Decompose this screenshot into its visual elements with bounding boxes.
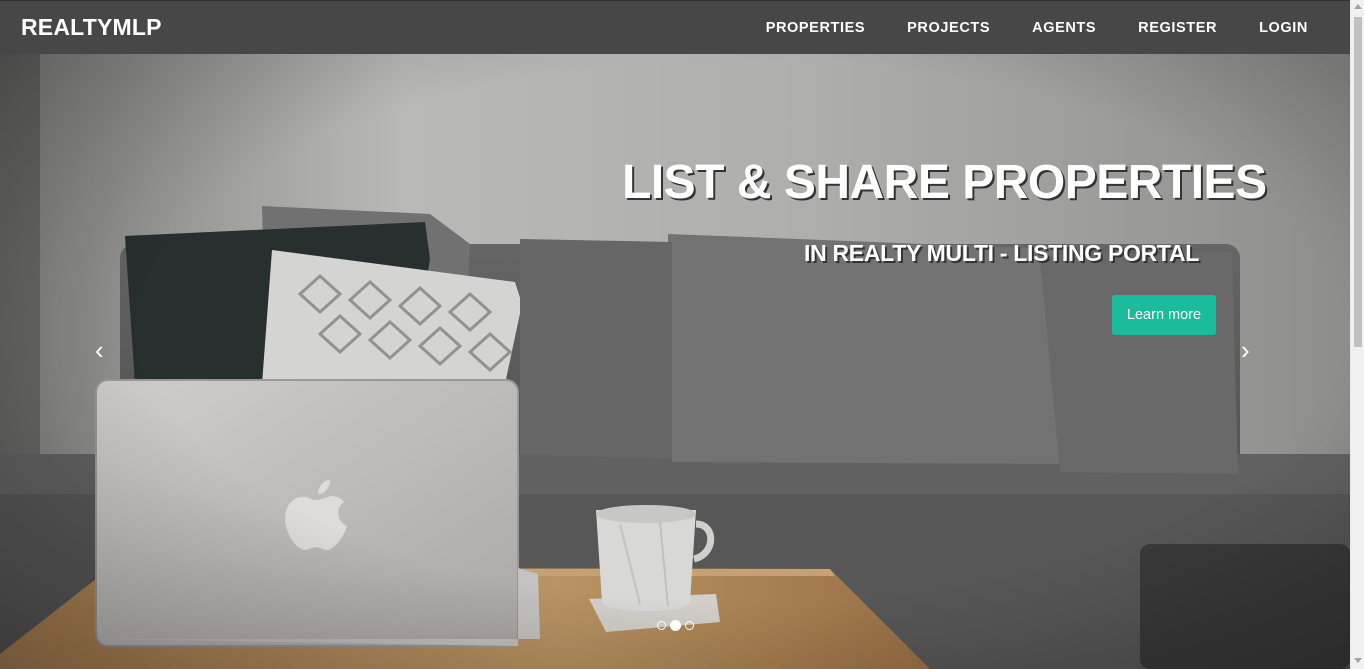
nav-item-agents[interactable]: AGENTS [1032,20,1096,36]
hero-headline: LIST & SHARE PROPERTIES [622,156,1267,209]
carousel-indicator-3[interactable] [685,621,694,630]
carousel-indicators [655,620,696,631]
nav-item-projects[interactable]: PROJECTS [907,20,990,36]
scroll-down-arrow-icon[interactable] [1354,658,1362,663]
hero-carousel: LIST & SHARE PROPERTIES IN REALTY MULTI … [0,54,1350,669]
main-nav: PROPERTIES PROJECTS AGENTS REGISTER LOGI… [724,1,1308,55]
brand-logo[interactable]: REALTYMLP [21,14,162,41]
chevron-right-icon[interactable]: › [1241,337,1250,363]
scrollbar-thumb[interactable] [1354,17,1362,347]
navbar: REALTYMLP PROPERTIES PROJECTS AGENTS REG… [0,0,1350,54]
chevron-left-icon[interactable]: ‹ [95,337,104,363]
hero-background-image [0,54,1350,669]
scroll-up-arrow-icon[interactable] [1354,4,1362,9]
carousel-indicator-2[interactable] [670,620,681,631]
vertical-scrollbar[interactable] [1350,0,1364,669]
nav-item-properties[interactable]: PROPERTIES [766,20,865,36]
nav-item-login[interactable]: LOGIN [1259,20,1308,36]
nav-item-register[interactable]: REGISTER [1138,20,1217,36]
page: REALTYMLP PROPERTIES PROJECTS AGENTS REG… [0,0,1350,669]
learn-more-button[interactable]: Learn more [1112,295,1216,335]
hero-subheadline: IN REALTY MULTI - LISTING PORTAL [804,240,1200,266]
carousel-indicator-1[interactable] [657,621,666,630]
